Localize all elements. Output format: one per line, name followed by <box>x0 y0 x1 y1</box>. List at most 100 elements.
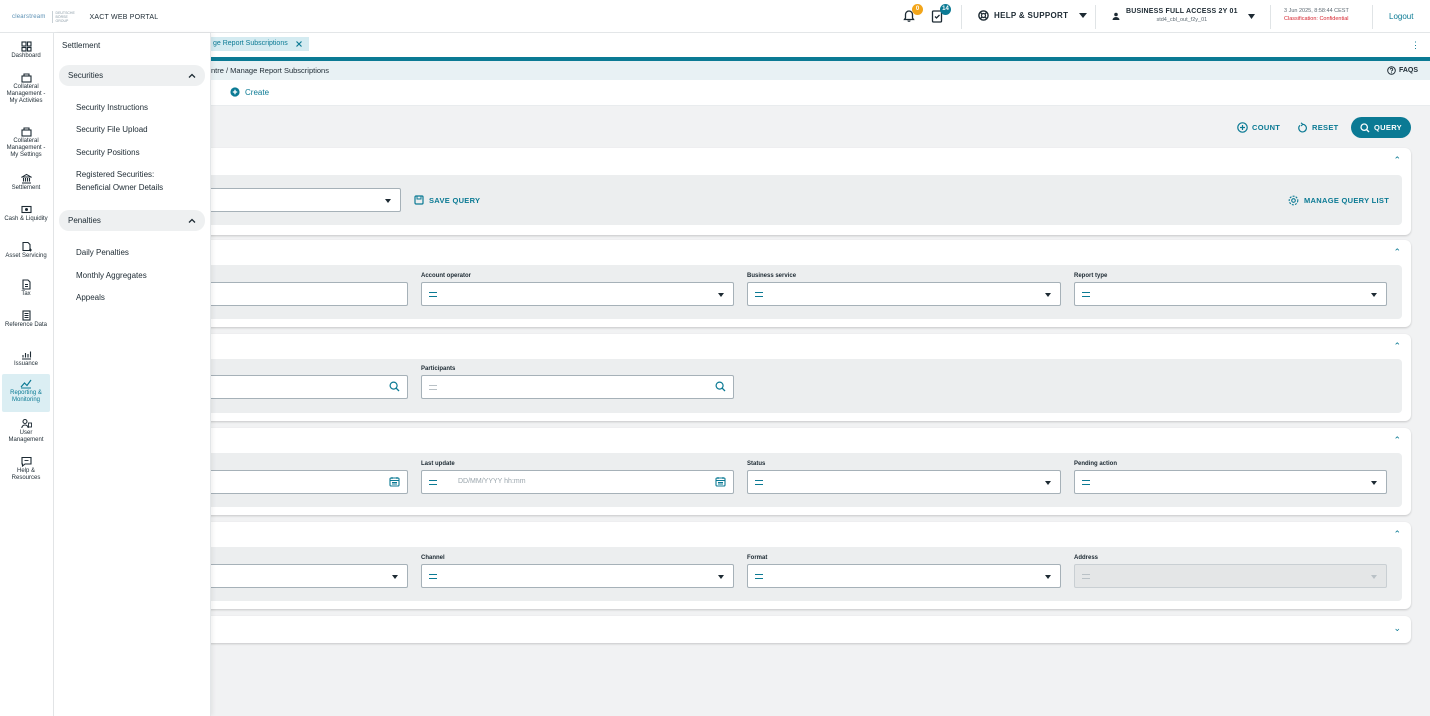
tab-manage-report-subscriptions[interactable]: ge Report Subscriptions <box>211 37 309 51</box>
more-options-icon[interactable]: ⋮ <box>1411 40 1420 51</box>
field-label: Channel <box>421 555 445 561</box>
menu-monthly-aggregates[interactable]: Monthly Aggregates <box>76 269 196 282</box>
chevron-up-icon <box>188 218 196 223</box>
nav-reference-data[interactable]: Reference Data <box>2 310 50 329</box>
chevron-up-icon <box>188 73 196 78</box>
save-icon <box>414 195 424 205</box>
close-icon[interactable] <box>295 41 302 47</box>
nav-label: Reference Data <box>4 322 48 328</box>
asset-icon <box>21 241 32 252</box>
format-select[interactable] <box>747 564 1061 588</box>
classification-label: Classification: Confidential <box>1284 16 1349 22</box>
chevron-up-icon[interactable]: ⌃ <box>1393 155 1401 166</box>
tasks-button[interactable]: 14 <box>930 4 951 23</box>
participants-search-field[interactable] <box>421 375 734 399</box>
nav-user-management[interactable]: User Management <box>2 418 50 444</box>
reporting-icon <box>20 379 32 389</box>
faqs-label: FAQS <box>1398 67 1418 74</box>
notifications-button[interactable]: 0 <box>902 4 923 23</box>
breadcrumb: ntre / Manage Report Subscriptions <box>211 66 329 75</box>
collateral-icon <box>20 73 32 83</box>
collapsed-section-card[interactable]: ⌄ <box>200 616 1411 643</box>
nav-reporting-monitoring[interactable]: Reporting & Monitoring <box>2 374 50 412</box>
group-securities[interactable]: Securities <box>59 65 205 86</box>
group-penalties[interactable]: Penalties <box>59 210 205 231</box>
calendar-icon <box>715 477 726 487</box>
pending-action-select[interactable] <box>1074 470 1387 494</box>
search-icon <box>389 381 400 392</box>
nav-label: Cash & Liquidity <box>4 216 48 222</box>
search-field[interactable] <box>200 375 408 399</box>
nav-collateral-settings[interactable]: Collateral Management - My Settings <box>2 126 50 159</box>
field-label: Business service <box>747 273 797 279</box>
caret-down-icon <box>1045 293 1051 297</box>
nav-tax[interactable]: Tax <box>2 279 50 298</box>
chevron-up-icon[interactable]: ⌃ <box>1393 247 1401 258</box>
reset-button[interactable]: RESET <box>1297 122 1339 133</box>
faqs-link[interactable]: FAQS <box>1387 66 1418 75</box>
save-query-button[interactable]: SAVE QUERY <box>414 195 480 205</box>
status-select[interactable] <box>747 470 1061 494</box>
query-button[interactable]: QUERY <box>1351 117 1411 138</box>
chevron-up-icon[interactable]: ⌃ <box>1393 435 1401 446</box>
chevron-down-icon[interactable]: ⌄ <box>1393 623 1401 634</box>
saved-query-select[interactable] <box>200 188 401 212</box>
settlement-flyout-menu: Settlement Securities Security Instructi… <box>54 33 211 716</box>
chevron-up-icon[interactable]: ⌃ <box>1393 529 1401 540</box>
caret-down-icon <box>1371 293 1377 297</box>
caret-down-icon <box>385 199 391 203</box>
create-label: Create <box>245 87 270 97</box>
create-button[interactable]: Create <box>230 87 269 97</box>
logout-link[interactable]: Logout <box>1389 12 1413 21</box>
menu-security-file-upload[interactable]: Security File Upload <box>76 123 196 136</box>
tasks-badge: 14 <box>940 4 951 15</box>
chevron-up-icon[interactable]: ⌃ <box>1393 341 1401 352</box>
report-type-select[interactable] <box>1074 282 1387 306</box>
brand-logo: clearstream <box>12 14 46 20</box>
count-button[interactable]: COUNT <box>1237 122 1280 133</box>
account-operator-select[interactable] <box>421 282 734 306</box>
channel-select[interactable] <box>421 564 734 588</box>
menu-registered-securities[interactable]: Registered Securities: Beneficial Owner … <box>76 168 181 194</box>
participants-panel: Participants <box>200 359 1402 413</box>
reference-icon <box>21 310 31 321</box>
nav-cash-liquidity[interactable]: Cash & Liquidity <box>2 204 50 223</box>
address-select <box>1074 564 1387 588</box>
field-label: Status <box>747 461 766 467</box>
query-selection-card: ⌃ SAVE QUERY MANAGE QUERY LIST <box>200 148 1411 235</box>
nav-help-resources[interactable]: Help & Resources <box>2 456 50 482</box>
plus-circle-outline-icon <box>1237 122 1248 133</box>
manage-query-list-button[interactable]: MANAGE QUERY LIST <box>1288 195 1389 206</box>
equals-icon <box>429 480 437 485</box>
equals-icon <box>755 574 763 579</box>
business-service-select[interactable] <box>747 282 1061 306</box>
nav-label: User Management <box>8 430 44 443</box>
nav-label: Collateral Management - My Settings <box>6 138 46 158</box>
tab-bar: ge Report Subscriptions ⋮ <box>211 33 1430 57</box>
user-id: std4_cbl_out_f2y_01 <box>1156 17 1208 23</box>
field-label: Participants <box>421 366 456 372</box>
last-update-field[interactable]: DD/MM/YYYY hh:mm <box>421 470 734 494</box>
brand[interactable]: clearstream DEUTSCHE BÖRSE GROUP XACT WE… <box>12 11 158 23</box>
save-query-label: SAVE QUERY <box>429 195 481 205</box>
equals-icon <box>429 574 437 579</box>
nav-settlement[interactable]: Settlement <box>2 173 50 192</box>
menu-daily-penalties[interactable]: Daily Penalties <box>76 246 196 259</box>
group-label: Penalties <box>68 216 101 225</box>
caret-down-icon <box>1045 575 1051 579</box>
help-support-menu[interactable]: HELP & SUPPORT <box>978 10 1088 21</box>
user-management-icon <box>20 418 32 429</box>
select-field[interactable] <box>200 564 408 588</box>
nav-dashboard[interactable]: Dashboard <box>2 41 50 60</box>
nav-asset-servicing[interactable]: Asset Servicing <box>2 241 50 260</box>
text-field[interactable] <box>200 282 408 306</box>
nav-issuance[interactable]: Issuance <box>2 349 50 368</box>
date-field[interactable] <box>200 470 408 494</box>
count-label: COUNT <box>1252 123 1281 132</box>
menu-appeals[interactable]: Appeals <box>76 291 196 304</box>
menu-security-instructions[interactable]: Security Instructions <box>76 101 196 114</box>
nav-collateral-activities[interactable]: Collateral Management - My Activities <box>2 72 50 105</box>
user-menu[interactable]: BUSINESS FULL ACCESS 2Y 01 std4_cbl_out_… <box>1112 7 1255 25</box>
menu-security-positions[interactable]: Security Positions <box>76 146 196 159</box>
tab-label: ge Report Subscriptions <box>213 40 288 47</box>
